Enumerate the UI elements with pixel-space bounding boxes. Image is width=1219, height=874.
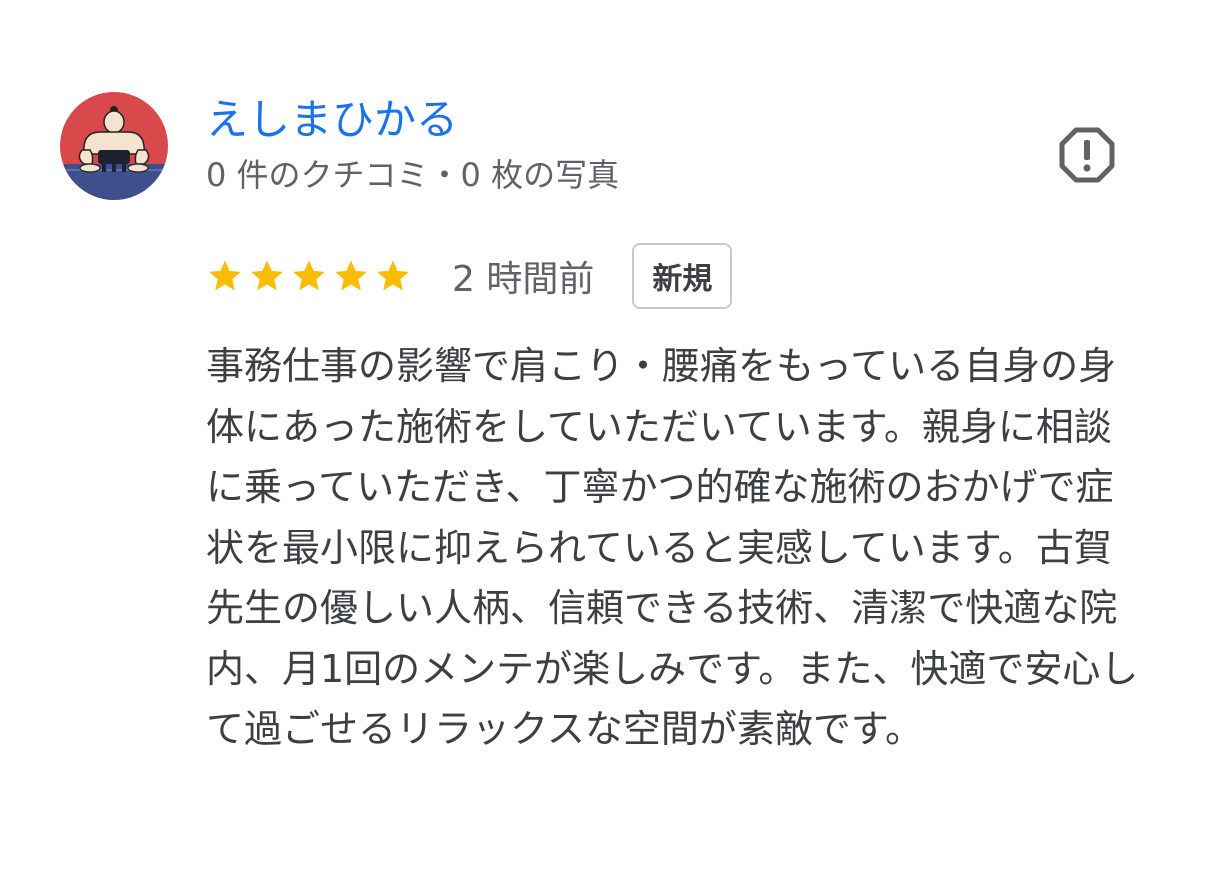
- star-icon: [206, 257, 244, 295]
- star-icon: [248, 257, 286, 295]
- report-button[interactable]: [1050, 118, 1124, 192]
- reviewer-avatar[interactable]: [60, 92, 168, 200]
- reviewer-name[interactable]: えしまひかる: [206, 92, 458, 148]
- star-icon: [290, 257, 328, 295]
- rating-row: 2 時間前 新規: [206, 240, 733, 312]
- star-rating: [206, 257, 412, 295]
- star-icon: [332, 257, 370, 295]
- new-badge: 新規: [632, 243, 733, 309]
- reviewer-stats: 0 件のクチコミ・0 枚の写真: [206, 156, 620, 194]
- review-time: 2 時間前: [452, 259, 595, 300]
- sumo-wrestler-avatar-icon: [60, 92, 168, 200]
- star-icon: [374, 257, 412, 295]
- review-text: 事務仕事の影響で肩こり・腰痛をもっている自身の身体にあった施術をしていただいてい…: [206, 344, 1139, 751]
- report-flag-icon: [1059, 127, 1115, 183]
